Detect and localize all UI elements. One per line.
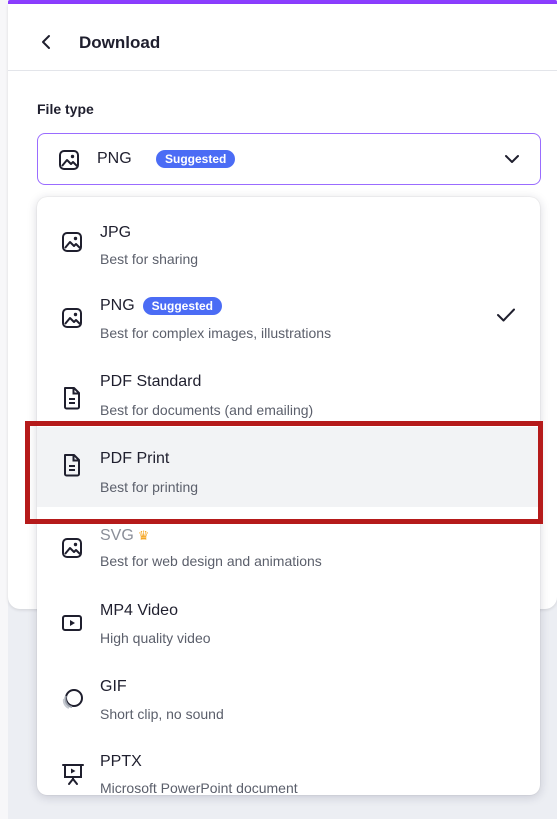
- file-type-dropdown: JPG Best for sharing PNG Suggested Best f…: [37, 197, 540, 795]
- document-icon: [61, 386, 83, 415]
- option-name-row: PNG Suggested: [100, 297, 223, 315]
- option-name: GIF: [100, 678, 127, 695]
- option-pptx[interactable]: PPTX Microsoft PowerPoint document: [37, 733, 540, 795]
- option-name: PNG: [100, 297, 135, 315]
- chevron-left-icon: [42, 35, 50, 49]
- file-type-label: File type: [37, 101, 94, 117]
- option-name: JPG: [100, 224, 132, 241]
- option-name: PDF Standard: [100, 373, 202, 390]
- option-name: PPTX: [100, 753, 142, 770]
- option-description: Microsoft PowerPoint document: [100, 780, 298, 795]
- file-type-select[interactable]: PNG Suggested: [37, 133, 541, 185]
- document-icon: [61, 453, 83, 482]
- option-description: High quality video: [100, 630, 211, 646]
- suggested-badge: Suggested: [156, 150, 236, 168]
- image-icon: [58, 149, 80, 176]
- image-icon: [61, 537, 83, 564]
- option-pdf-standard[interactable]: PDF Standard Best for documents (and ema…: [37, 351, 540, 427]
- option-name: MP4 Video: [100, 602, 178, 619]
- option-svg[interactable]: SVG ♛ Best for web design and animations: [37, 507, 540, 581]
- gif-icon: [61, 688, 85, 715]
- option-jpg[interactable]: JPG Best for sharing: [37, 197, 540, 273]
- option-description: Best for web design and animations: [100, 553, 322, 569]
- panel-header: Download: [8, 18, 557, 71]
- option-mp4-video[interactable]: MP4 Video High quality video: [37, 581, 540, 657]
- option-description: Best for printing: [100, 479, 199, 495]
- video-icon: [61, 613, 83, 638]
- option-gif[interactable]: GIF Short clip, no sound: [37, 657, 540, 733]
- crown-icon: ♛: [137, 528, 150, 543]
- option-description: Best for documents (and emailing): [100, 402, 314, 418]
- option-name: SVG: [100, 527, 134, 544]
- option-name: PDF Print: [100, 450, 170, 467]
- left-edge: [0, 0, 8, 819]
- option-pdf-print[interactable]: PDF Print Best for printing: [37, 427, 540, 507]
- checkmark-icon: [496, 307, 516, 328]
- suggested-badge: Suggested: [142, 297, 223, 315]
- option-description: Best for complex images, illustrations: [100, 325, 332, 341]
- chevron-down-icon: [504, 152, 520, 170]
- selected-file-type: PNG: [97, 150, 132, 167]
- option-name-row: SVG ♛: [100, 527, 149, 545]
- image-icon: [61, 231, 83, 258]
- option-description: Best for sharing: [100, 251, 199, 267]
- option-png[interactable]: PNG Suggested Best for complex images, il…: [37, 273, 540, 351]
- presentation-icon: [61, 762, 85, 791]
- back-button[interactable]: [34, 30, 58, 54]
- option-description: Short clip, no sound: [100, 706, 224, 722]
- image-icon: [61, 307, 83, 334]
- panel-title: Download: [79, 33, 161, 52]
